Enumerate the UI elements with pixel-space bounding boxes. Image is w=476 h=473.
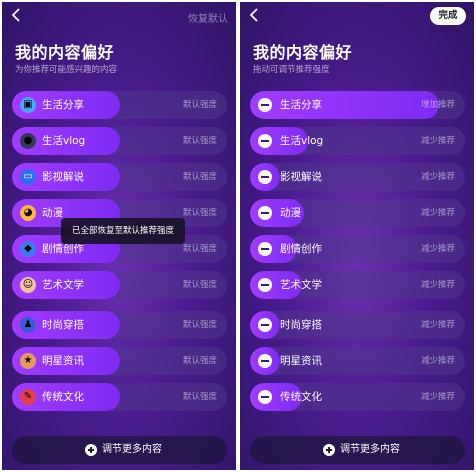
fashion-icon: ♟ [20,317,36,333]
row-status: 减少推荐 [420,172,455,182]
toast-message: 已全部恢复至默认推荐强度 [61,218,185,244]
row-status: 减少推荐 [420,280,455,290]
preference-slider-life-share[interactable]: 生活分享 增加推荐 [250,91,465,119]
camera-icon: ● [20,133,36,149]
preference-row-life-vlog[interactable]: ● 生活vlog 默认强度 [12,127,227,155]
page-title: 我的内容偏好 [253,43,353,62]
restore-default-button[interactable]: 恢复默认 [188,10,228,25]
row-label: 生活vlog [280,135,324,147]
row-label: 时尚穿搭 [280,319,322,331]
row-label: 传统文化 [42,391,84,403]
preference-slider-life-vlog[interactable]: 生活vlog 减少推荐 [250,127,465,155]
row-label: 生活分享 [280,99,322,111]
preference-row-art-literature[interactable]: ☺ 艺术文学 默认强度 [12,271,227,299]
preference-row-traditional-culture[interactable]: ✎ 传统文化 默认强度 [12,383,227,411]
page-title: 我的内容偏好 [15,43,115,62]
preference-slider-celebrity-news[interactable]: 明星资讯 减少推荐 [250,347,465,375]
row-status: 减少推荐 [420,320,455,330]
adjust-more-label: 调节更多内容 [340,444,400,455]
done-button[interactable]: 完成 [430,7,466,25]
preference-slider-drama[interactable]: 剧情创作 减少推荐 [250,235,465,263]
row-status: 默认强度 [182,244,217,254]
row-label: 艺术文学 [280,279,322,291]
preference-row-life-share[interactable]: ▣ 生活分享 默认强度 [12,91,227,119]
row-status: 默认强度 [182,356,217,366]
back-arrow-icon[interactable] [248,8,262,22]
star-icon: ★ [20,353,36,369]
row-label: 明星资讯 [280,355,322,367]
minus-icon[interactable] [258,98,272,112]
row-status: 增加推荐 [420,100,455,110]
row-label: 剧情创作 [280,243,322,255]
row-label: 传统文化 [280,391,322,403]
left-panel: 恢复默认 我的内容偏好 为你推荐可能感兴趣的内容 ▣ 生活分享 默认强度 ● 生… [2,2,236,470]
share-icon: ▣ [20,97,36,113]
adjust-more-button[interactable]: 调节更多内容 [250,436,465,464]
preference-slider-film-review[interactable]: 影视解说 减少推荐 [250,163,465,191]
row-label: 明星资讯 [42,355,84,367]
minus-icon[interactable] [258,354,272,368]
drama-icon: ◆ [20,241,36,257]
row-status: 默认强度 [182,136,217,146]
plus-icon [85,444,97,456]
row-label: 时尚穿搭 [42,319,84,331]
minus-icon[interactable] [258,170,272,184]
preference-slider-fashion[interactable]: 时尚穿搭 减少推荐 [250,311,465,339]
row-label: 影视解说 [280,171,322,183]
minus-icon[interactable] [258,242,272,256]
page-subtitle: 为你推荐可能感兴趣的内容 [15,65,118,75]
row-status: 减少推荐 [420,244,455,254]
row-status: 减少推荐 [420,392,455,402]
row-status: 减少推荐 [420,208,455,218]
preference-slider-anime[interactable]: 动漫 减少推荐 [250,199,465,227]
anime-icon: ◕ [20,205,36,221]
preference-row-celebrity-news[interactable]: ★ 明星资讯 默认强度 [12,347,227,375]
culture-icon: ✎ [20,389,36,405]
plus-icon [323,444,335,456]
row-status: 默认强度 [182,280,217,290]
row-status: 减少推荐 [420,356,455,366]
adjust-more-button[interactable]: 调节更多内容 [12,436,227,464]
art-icon: ☺ [20,277,36,293]
page-subtitle: 拖动可调节推荐强度 [253,65,330,75]
preference-slider-art-literature[interactable]: 艺术文学 减少推荐 [250,271,465,299]
row-status: 默认强度 [182,208,217,218]
strength-fill[interactable] [250,91,440,119]
row-status: 默认强度 [182,100,217,110]
tv-icon: ▭ [20,169,36,185]
right-panel: 完成 我的内容偏好 拖动可调节推荐强度 生活分享 增加推荐 生活vlog 减少推… [240,2,474,470]
preference-row-fashion[interactable]: ♟ 时尚穿搭 默认强度 [12,311,227,339]
minus-icon[interactable] [258,134,272,148]
back-arrow-icon[interactable] [10,8,24,22]
preference-slider-traditional-culture[interactable]: 传统文化 减少推荐 [250,383,465,411]
minus-icon[interactable] [258,318,272,332]
row-label: 生活分享 [42,99,84,111]
adjust-more-label: 调节更多内容 [102,444,162,455]
minus-icon[interactable] [258,278,272,292]
row-status: 默认强度 [182,392,217,402]
row-label: 艺术文学 [42,279,84,291]
row-label: 生活vlog [42,135,86,147]
row-label: 影视解说 [42,171,84,183]
row-label: 动漫 [42,207,63,219]
preference-row-film-review[interactable]: ▭ 影视解说 默认强度 [12,163,227,191]
row-status: 默认强度 [182,172,217,182]
row-label: 动漫 [280,207,301,219]
row-status: 默认强度 [182,320,217,330]
row-status: 减少推荐 [420,136,455,146]
minus-icon[interactable] [258,206,272,220]
minus-icon[interactable] [258,390,272,404]
